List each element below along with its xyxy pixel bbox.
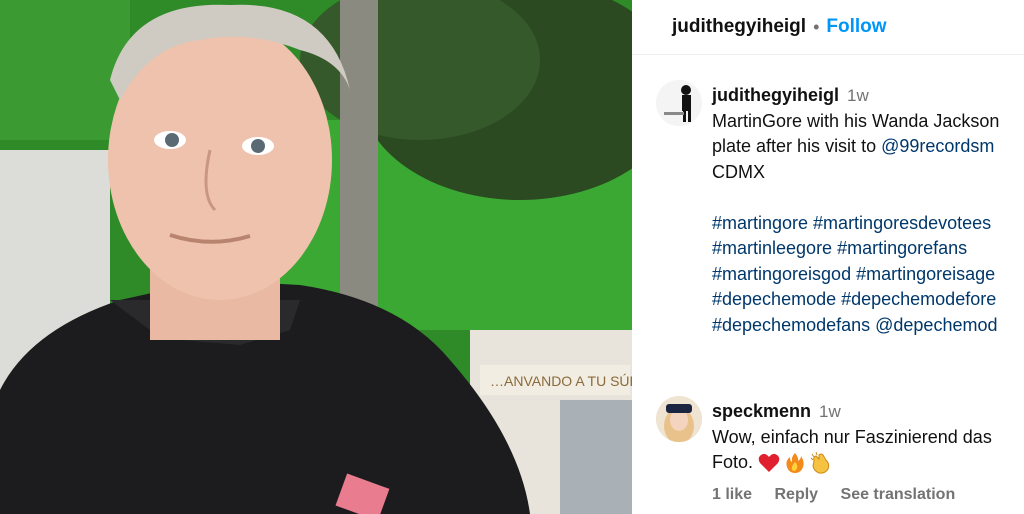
caption-comment: judithegyiheigl 1w MartinGore with his Wa… <box>712 83 999 338</box>
reply-line-1: Wow, einfach nur Faszinierend das <box>712 426 992 447</box>
reply-avatar[interactable] <box>656 396 702 442</box>
caption-line-2-text: plate after his visit to <box>712 136 882 156</box>
reply-time[interactable]: 1w <box>819 402 841 421</box>
caption-avatar[interactable] <box>656 80 702 126</box>
clapping-hands-icon <box>810 452 830 474</box>
store-sign: …ANVANDO A TU SÚPER <box>490 373 632 389</box>
post-photo[interactable]: …ANVANDO A TU SÚPER <box>0 0 632 514</box>
reply-actions: 1 like Reply See translation <box>712 486 973 504</box>
avatar-person-icon <box>656 80 702 126</box>
hashtag-line[interactable]: #martingore #martingoresdevotees <box>712 211 999 237</box>
hashtag-line[interactable]: #martingoreisgod #martingoreisage <box>712 262 999 288</box>
likes-count[interactable]: 1 like <box>712 486 752 503</box>
hashtag-line[interactable]: #martinleegore #martingorefans <box>712 236 999 262</box>
hashtag-line[interactable]: #depechemode #depechemodefore <box>712 287 999 313</box>
avatar-person-icon <box>656 396 702 442</box>
caption-time[interactable]: 1w <box>847 86 869 105</box>
photo-illustration: …ANVANDO A TU SÚPER <box>0 0 632 514</box>
reply-line-2-text: Foto. <box>712 452 754 472</box>
heart-icon <box>758 454 780 473</box>
reply-comment: speckmenn 1w Wow, einfach nur Faszinieren… <box>712 399 992 476</box>
reply-button[interactable]: Reply <box>774 486 818 503</box>
caption-line-1: MartinGore with his Wanda Jackson <box>712 110 1000 131</box>
hashtag-line[interactable]: #depechemodefans @depechemod <box>712 313 999 339</box>
caption-line-2: plate after his visit to @99recordsm <box>712 134 999 160</box>
comments-panel: judithegyiheigl • Follow judithegyiheigl… <box>632 0 1024 514</box>
post-header: judithegyiheigl • Follow <box>632 0 1024 55</box>
header-username[interactable]: judithegyiheigl <box>672 16 806 38</box>
mention-link[interactable]: @99recordsm <box>881 136 994 156</box>
header-separator: • <box>813 16 820 37</box>
caption-line-3: CDMX <box>712 161 765 182</box>
fire-icon <box>786 453 804 474</box>
reply-line-2: Foto. <box>712 450 992 476</box>
follow-button[interactable]: Follow <box>826 16 886 38</box>
caption-username[interactable]: judithegyiheigl <box>712 85 839 105</box>
see-translation-button[interactable]: See translation <box>841 486 956 503</box>
reply-username[interactable]: speckmenn <box>712 401 811 421</box>
